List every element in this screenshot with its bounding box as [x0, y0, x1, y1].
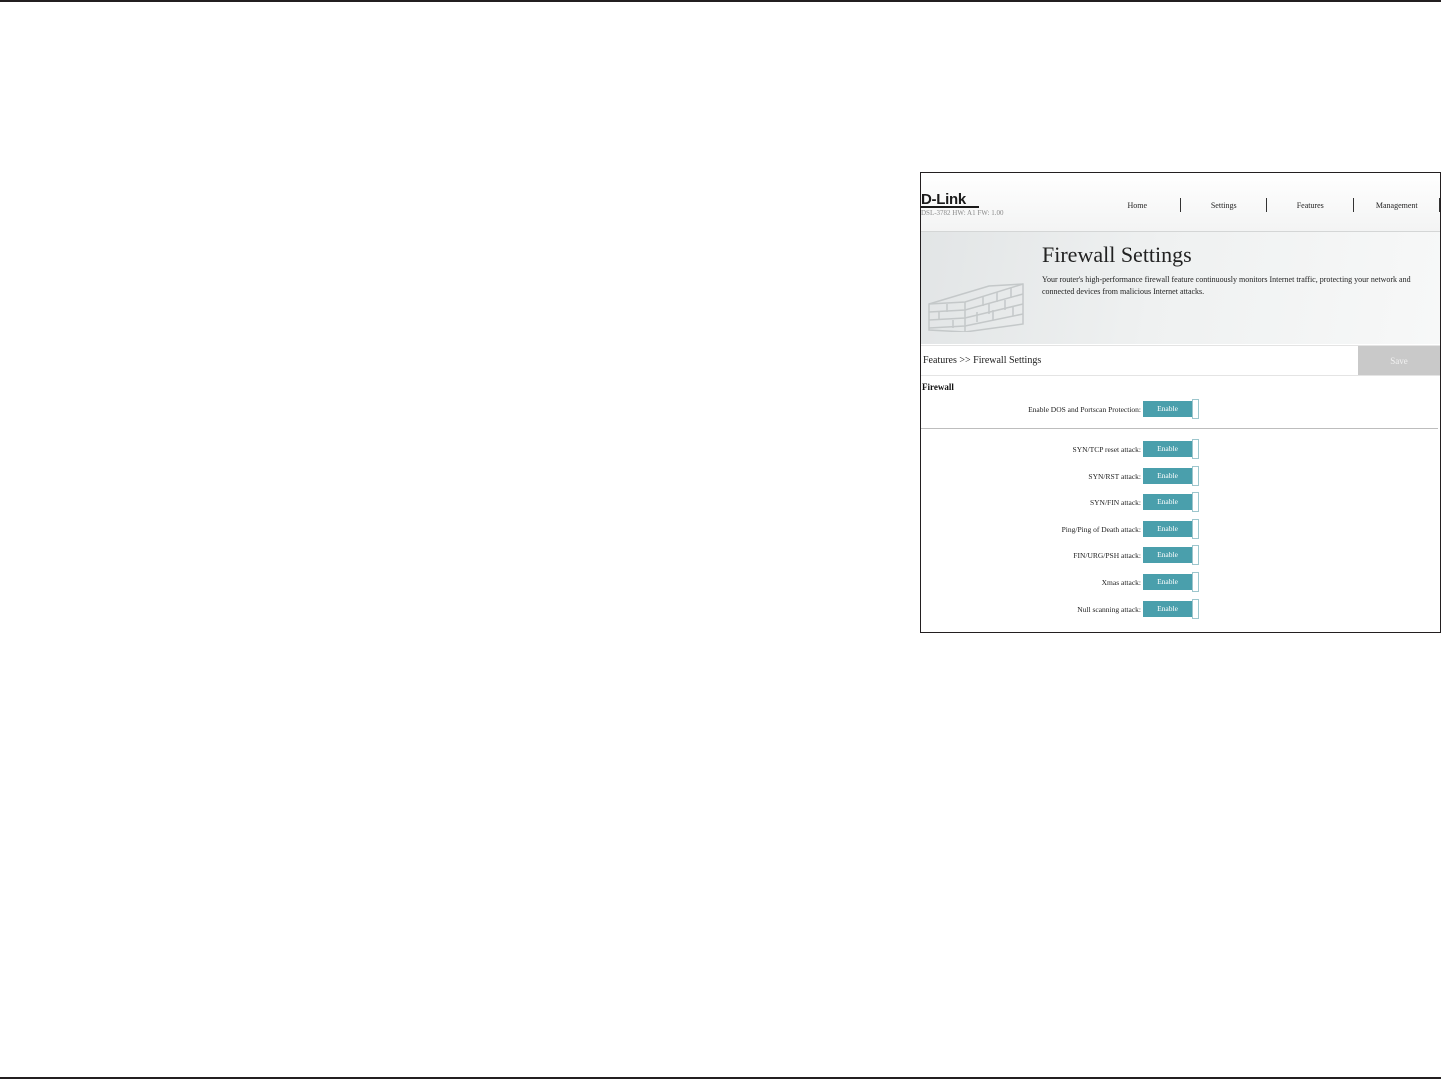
model-info: DSL-3782 HW: A1 FW: 1.00	[921, 209, 1004, 217]
syn-tcp-reset-toggle[interactable]: Enable	[1143, 439, 1201, 459]
nav-features[interactable]: Features	[1267, 198, 1354, 214]
dos-protection-toggle[interactable]: Enable	[1143, 399, 1201, 419]
toggle-knob	[1192, 519, 1199, 539]
ping-of-death-label: Ping/Ping of Death attack:	[1061, 525, 1141, 534]
page-description: Your router's high-performance firewall …	[1042, 275, 1411, 296]
null-scanning-label: Null scanning attack:	[1077, 605, 1141, 614]
toggle-state-label: Enable	[1143, 441, 1192, 457]
fin-urg-psh-toggle[interactable]: Enable	[1143, 545, 1201, 565]
nav-management-label: Management	[1375, 201, 1418, 210]
null-scanning-toggle[interactable]: Enable	[1143, 599, 1201, 619]
header: D-Link DSL-3782 HW: A1 FW: 1.00 Home Set…	[921, 173, 1440, 232]
dos-protection-label: Enable DOS and Portscan Protection:	[1028, 405, 1141, 414]
toggle-state-label: Enable	[1143, 574, 1192, 590]
fin-urg-psh-label: FIN/URG/PSH attack:	[1073, 551, 1141, 560]
toggle-knob	[1192, 545, 1199, 565]
ping-of-death-toggle[interactable]: Enable	[1143, 519, 1201, 539]
syn-rst-toggle[interactable]: Enable	[1143, 466, 1201, 486]
toggle-state-label: Enable	[1143, 401, 1192, 417]
toggle-knob	[1192, 599, 1199, 619]
syn-fin-toggle[interactable]: Enable	[1143, 492, 1201, 512]
toggle-state-label: Enable	[1143, 547, 1192, 563]
toggle-knob	[1192, 572, 1199, 592]
brick-wall-icon	[928, 283, 1024, 332]
logo-underline	[921, 206, 979, 208]
hero-banner: Firewall Settings Your router's high-per…	[921, 232, 1440, 344]
toggle-state-label: Enable	[1143, 468, 1192, 484]
nav-management[interactable]: Management	[1354, 198, 1440, 214]
toggle-knob	[1192, 492, 1199, 512]
toggle-state-label: Enable	[1143, 494, 1192, 510]
breadcrumb-bar: Features >> Firewall Settings Save	[921, 345, 1440, 376]
xmas-attack-toggle[interactable]: Enable	[1143, 572, 1201, 592]
syn-tcp-reset-label: SYN/TCP reset attack:	[1072, 445, 1141, 454]
xmas-attack-label: Xmas attack:	[1101, 578, 1141, 587]
page-top-rule	[0, 0, 1441, 2]
section-divider	[921, 428, 1438, 429]
toggle-knob	[1192, 466, 1199, 486]
toggle-knob	[1192, 439, 1199, 459]
nav-settings[interactable]: Settings	[1181, 198, 1267, 214]
main-nav: Home Settings Features Management	[1094, 198, 1440, 214]
breadcrumb: Features >> Firewall Settings	[923, 355, 1042, 366]
page-bottom-rule	[0, 1077, 1441, 1079]
toggle-state-label: Enable	[1143, 601, 1192, 617]
toggle-knob	[1192, 399, 1199, 419]
nav-separator	[1439, 198, 1440, 212]
nav-settings-label: Settings	[1210, 201, 1237, 210]
firewall-section-title: Firewall	[922, 382, 954, 392]
save-button[interactable]: Save	[1358, 346, 1440, 375]
nav-features-label: Features	[1296, 201, 1324, 210]
nav-home-label: Home	[1127, 201, 1148, 210]
page-title: Firewall Settings	[1042, 242, 1192, 267]
syn-fin-label: SYN/FIN attack:	[1089, 498, 1141, 507]
syn-rst-label: SYN/RST attack:	[1088, 472, 1141, 481]
nav-home[interactable]: Home	[1094, 198, 1181, 214]
toggle-state-label: Enable	[1143, 521, 1192, 537]
router-ui-screenshot: D-Link DSL-3782 HW: A1 FW: 1.00 Home Set…	[920, 172, 1441, 633]
